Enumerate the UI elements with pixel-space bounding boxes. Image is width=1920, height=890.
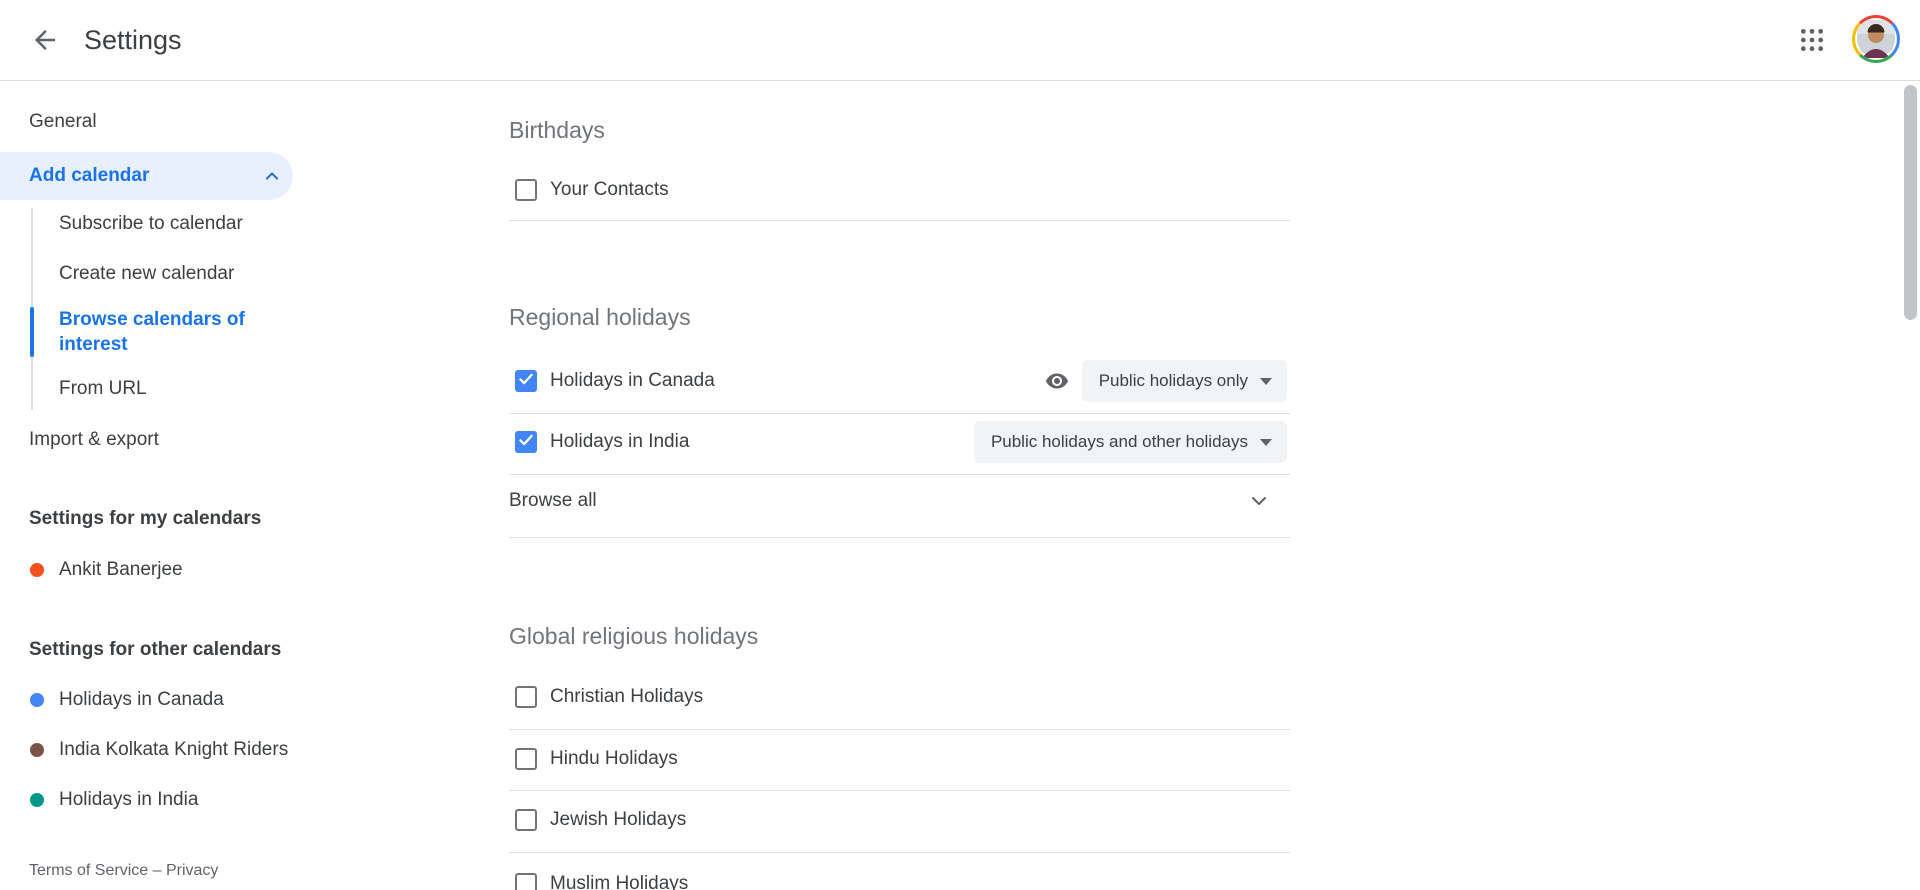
check-icon	[517, 370, 535, 393]
section-heading-global-religious-holidays: Global religious holidays	[509, 622, 758, 650]
row-browse-all[interactable]: Browse all	[509, 469, 1290, 533]
footer-separator: –	[153, 862, 162, 879]
sidebar-heading-other-calendars: Settings for other calendars	[29, 630, 281, 670]
check-icon	[517, 431, 535, 454]
calendar-color-dot	[30, 693, 44, 707]
checkbox-jewish-holidays[interactable]	[515, 809, 537, 831]
sidebar-footer: Terms of Service – Privacy	[29, 851, 218, 890]
header: Settings	[0, 0, 1920, 81]
row-hindu-holidays: Hindu Holidays	[509, 727, 1290, 791]
caret-down-icon	[1260, 378, 1272, 385]
dropdown-holidays-in-canada[interactable]: Public holidays only	[1082, 360, 1287, 402]
account-avatar[interactable]	[1852, 15, 1900, 63]
sidebar-item-from-url[interactable]: From URL	[59, 369, 147, 409]
sidebar-item-subscribe-to-calendar[interactable]: Subscribe to calendar	[59, 204, 243, 244]
calendar-color-dot	[30, 743, 44, 757]
privacy-link[interactable]: Privacy	[166, 862, 218, 879]
page-title: Settings	[84, 0, 182, 81]
sidebar-item-india-kolkata-knight-riders[interactable]: India Kolkata Knight Riders	[0, 730, 320, 770]
google-apps-button[interactable]	[1797, 26, 1827, 56]
calendar-color-dot	[30, 793, 44, 807]
user-photo	[1855, 18, 1897, 60]
sidebar-item-create-new-calendar[interactable]: Create new calendar	[59, 254, 234, 294]
sidebar-heading-my-calendars: Settings for my calendars	[29, 499, 261, 539]
arrow-back-icon	[30, 43, 60, 58]
settings-page: Settings	[0, 0, 1920, 890]
checkbox-muslim-holidays[interactable]	[515, 873, 537, 890]
sidebar-item-ankit-banerjee[interactable]: Ankit Banerjee	[0, 550, 320, 590]
sidebar-item-holidays-in-canada[interactable]: Holidays in Canada	[0, 680, 320, 720]
dropdown-holidays-in-india[interactable]: Public holidays and other holidays	[974, 421, 1287, 463]
sidebar: General Add calendar Subscribe to calend…	[0, 81, 440, 890]
chevron-up-icon	[262, 166, 282, 191]
section-heading-birthdays: Birthdays	[509, 116, 605, 144]
checkbox-holidays-in-india[interactable]	[515, 431, 537, 453]
eye-icon	[1045, 381, 1069, 396]
checkbox-holidays-in-canada[interactable]	[515, 370, 537, 392]
sidebar-item-browse-calendars-of-interest[interactable]: Browse calendars of interest	[59, 307, 249, 357]
scrollbar-thumb[interactable]	[1904, 85, 1917, 320]
checkbox-christian-holidays[interactable]	[515, 686, 537, 708]
sidebar-item-import-export[interactable]: Import & export	[29, 420, 159, 460]
sidebar-item-holidays-in-india[interactable]: Holidays in India	[0, 780, 320, 820]
back-button[interactable]	[28, 24, 62, 58]
caret-down-icon	[1260, 439, 1272, 446]
row-christian-holidays: Christian Holidays	[509, 665, 1290, 729]
checkbox-your-contacts[interactable]	[515, 179, 537, 201]
checkbox-hindu-holidays[interactable]	[515, 748, 537, 770]
submenu-active-indicator	[30, 307, 34, 357]
row-muslim-holidays: Muslim Holidays	[509, 852, 1290, 890]
divider	[509, 537, 1290, 538]
sidebar-item-add-calendar[interactable]: Add calendar	[0, 152, 293, 200]
divider	[509, 220, 1290, 221]
visibility-preview-button[interactable]	[1045, 369, 1069, 393]
row-your-contacts: Your Contacts	[509, 158, 1290, 222]
row-jewish-holidays: Jewish Holidays	[509, 788, 1290, 852]
calendar-color-dot	[30, 563, 44, 577]
section-heading-regional-holidays: Regional holidays	[509, 303, 691, 331]
main-content: Birthdays Your Contacts Regional holiday…	[509, 81, 1290, 890]
apps-grid-icon	[1799, 41, 1825, 56]
sidebar-item-general[interactable]: General	[29, 102, 97, 142]
terms-of-service-link[interactable]: Terms of Service	[29, 862, 148, 879]
chevron-down-icon	[1247, 489, 1271, 513]
